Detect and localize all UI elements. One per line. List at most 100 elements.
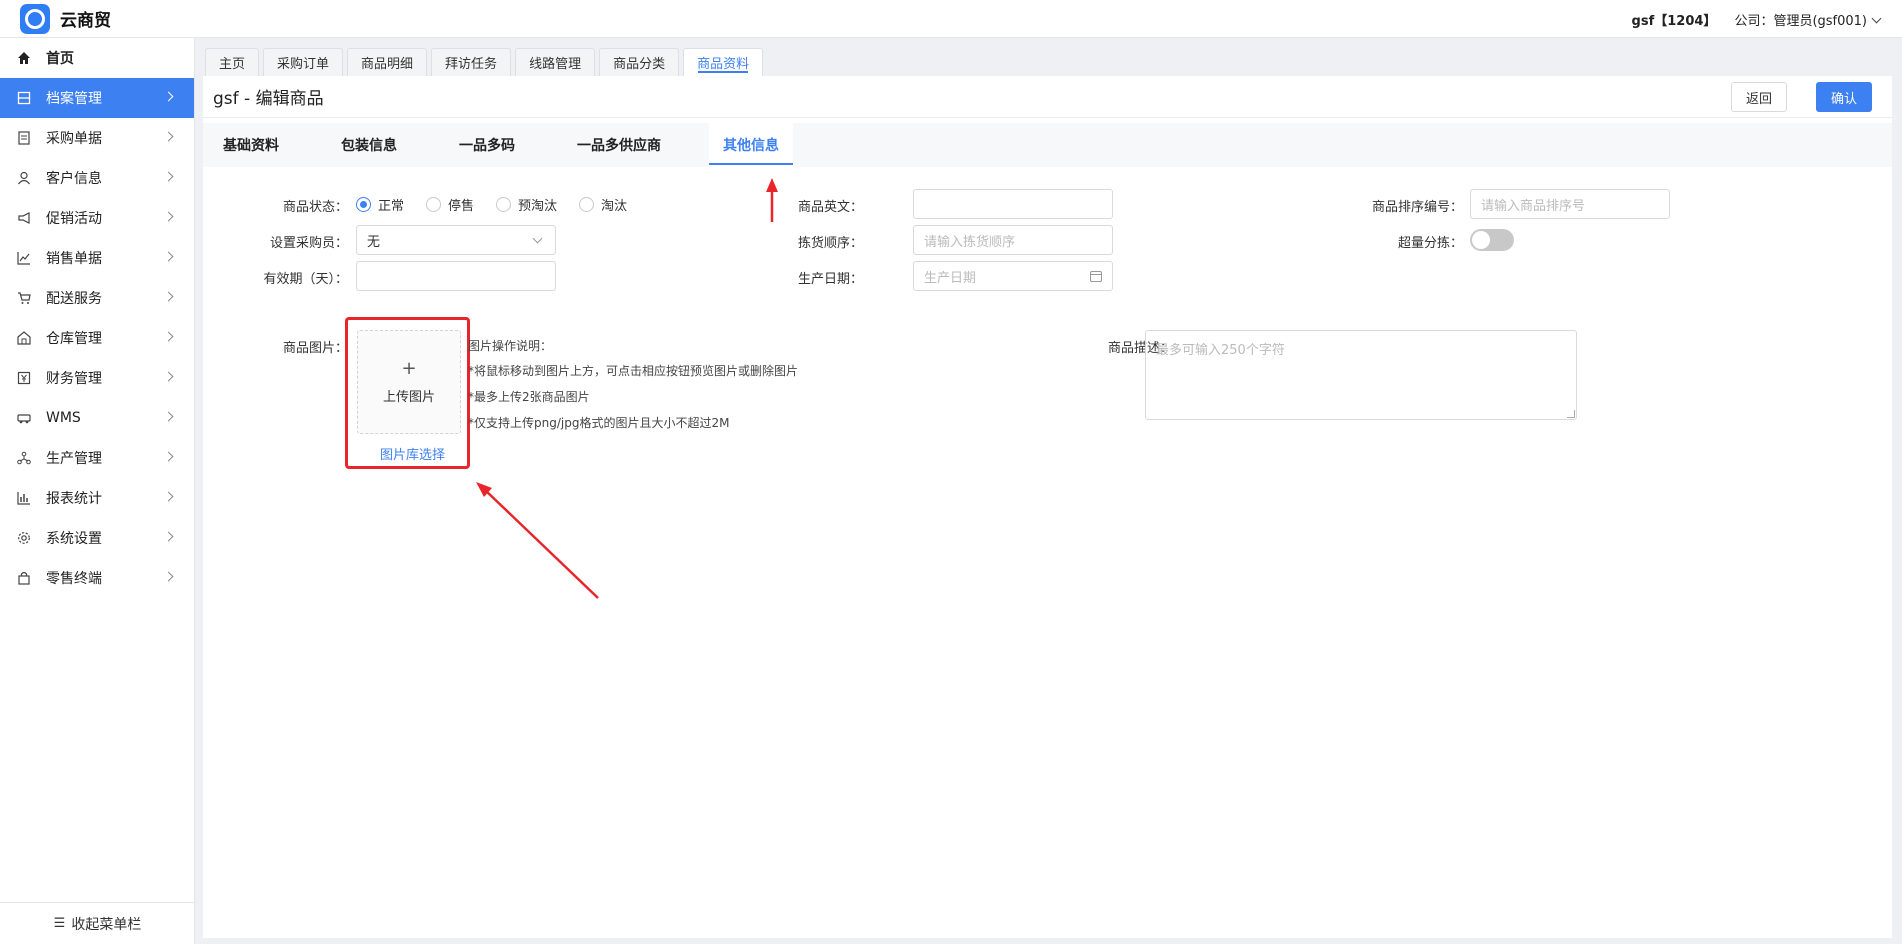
sidebar-item-reports[interactable]: 报表统计 [0,478,194,518]
bag-icon [16,570,32,586]
chevron-right-icon [163,331,174,342]
sidebar-item-home[interactable]: 首页 [0,38,194,78]
tab-purchase-order[interactable]: 采购订单 [263,48,344,76]
chevron-right-icon [163,91,174,102]
image-instruction-line: *将鼠标移动到图片上方，可点击相应按钮预览图片或删除图片 [468,364,799,378]
over-pick-toggle[interactable] [1470,229,1514,251]
collapse-menu-button[interactable]: ☰ 收起菜单栏 [0,902,195,944]
tab-product-category[interactable]: 商品分类 [599,48,680,76]
purchase-doc-icon [16,130,32,146]
sidebar-item-label: 首页 [46,51,74,67]
status-radio-normal[interactable]: 正常 [356,195,404,214]
image-label: 商品图片： [282,341,348,356]
image-instructions-title: 图片操作说明： [468,339,553,353]
tab-home[interactable]: 主页 [205,48,260,76]
archive-icon [16,90,32,106]
chevron-right-icon [163,371,174,382]
subtab-multi-supplier[interactable]: 一品多供应商 [577,123,661,167]
sidebar-item-label: 零售终端 [46,571,102,587]
tab-product-detail[interactable]: 商品明细 [347,48,428,76]
collapse-icon: ☰ [53,916,66,931]
sidebar-item-label: 系统设置 [46,531,102,547]
pick-order-label: 拣货顺序： [797,236,863,251]
status-radio-group: 正常 停售 预淘汰 淘汰 [356,195,649,214]
subtab-basic[interactable]: 基础资料 [223,123,279,167]
network-icon [16,450,32,466]
company-menu[interactable]: 公司：管理员(gsf001) [1734,10,1882,29]
chevron-right-icon [163,251,174,262]
page-header: gsf - 编辑商品 [203,76,1892,118]
image-instruction-line: *仅支持上传png/jpg格式的图片且大小不超过2M [468,416,730,430]
resize-handle-icon [1567,410,1575,418]
sidebar-item-production[interactable]: 生产管理 [0,438,194,478]
description-textarea[interactable]: 最多可输入250个字符 [1145,330,1577,420]
buyer-select[interactable]: 无 [356,225,556,255]
radio-label: 预淘汰 [518,199,558,214]
image-instruction-line: *最多上传2张商品图片 [468,390,590,404]
sidebar-item-wms[interactable]: WMS [0,398,194,438]
status-radio-phaseout[interactable]: 淘汰 [579,195,627,214]
radio-label: 停售 [448,199,475,214]
megaphone-icon [16,210,32,226]
english-name-label: 商品英文： [797,200,863,215]
chevron-right-icon [163,491,174,502]
sidebar-item-promotion[interactable]: 促销活动 [0,198,194,238]
user-info: gsf【1204】 [1631,13,1717,29]
bar-chart-icon [16,490,32,506]
warehouse-icon [16,330,32,346]
chevron-down-icon [1871,13,1882,23]
over-pick-label: 超量分拣： [1397,236,1463,251]
sidebar-item-purchase[interactable]: 采购单据 [0,118,194,158]
status-radio-stopped[interactable]: 停售 [426,195,474,214]
sidebar-item-label: 档案管理 [46,91,102,107]
sidebar-item-customer[interactable]: 客户信息 [0,158,194,198]
chevron-right-icon [163,291,174,302]
annotation-highlight-box [345,317,470,469]
chevron-right-icon [163,411,174,422]
sidebar-item-finance[interactable]: 财务管理 [0,358,194,398]
production-date-picker[interactable]: 生产日期 [913,261,1113,291]
subtab-other-info[interactable]: 其他信息 [709,123,793,167]
gear-icon [16,530,32,546]
back-button[interactable]: 返回 [1730,82,1787,112]
validity-input[interactable] [356,261,556,291]
truck-icon [16,410,32,426]
sort-number-input[interactable]: 请输入商品排序号 [1470,189,1670,219]
subtab-packaging[interactable]: 包装信息 [341,123,397,167]
company-label: 公司：管理员(gsf001) [1734,13,1867,29]
status-radio-pre-phaseout[interactable]: 预淘汰 [496,195,557,214]
user-icon [16,170,32,186]
main-panel: gsf - 编辑商品 返回 确认 基础资料 包装信息 一品多码 一品多供应商 其… [203,76,1892,938]
radio-label: 正常 [378,199,405,214]
sidebar-item-label: 促销活动 [46,211,102,227]
chevron-right-icon [163,131,174,142]
sidebar-item-delivery[interactable]: 配送服务 [0,278,194,318]
subtab-multi-code[interactable]: 一品多码 [459,123,515,167]
sidebar-item-sales[interactable]: 销售单据 [0,238,194,278]
sidebar-item-warehouse[interactable]: 仓库管理 [0,318,194,358]
sidebar-item-label: 配送服务 [46,291,102,307]
production-date-placeholder: 生产日期 [924,270,977,286]
sidebar-item-settings[interactable]: 系统设置 [0,518,194,558]
sidebar-item-label: 财务管理 [46,371,102,387]
app-title: 云商贸 [60,11,111,31]
tab-route-management[interactable]: 线路管理 [515,48,596,76]
sidebar-item-label: WMS [46,410,81,426]
confirm-button[interactable]: 确认 [1815,82,1872,112]
validity-label: 有效期（天）： [263,272,348,287]
chevron-right-icon [163,171,174,182]
pick-order-input[interactable]: 请输入拣货顺序 [913,225,1113,255]
description-placeholder: 最多可输入250个字符 [1156,343,1285,358]
tab-product-info[interactable]: 商品资料 [683,48,764,76]
radio-label: 淘汰 [601,199,628,214]
buyer-label: 设置采购员： [269,236,348,251]
sidebar-item-archive[interactable]: 档案管理 [0,78,194,118]
buyer-value: 无 [367,234,381,250]
calendar-icon [1090,271,1102,282]
english-name-input[interactable] [913,189,1113,219]
finance-icon [16,370,32,386]
sidebar-item-retail[interactable]: 零售终端 [0,558,194,598]
tab-visit-task[interactable]: 拜访任务 [431,48,512,76]
sidebar-item-label: 采购单据 [46,131,102,147]
sidebar: 首页 档案管理 采购单据 客户信息 促销活动 销售单据 配送服务 仓库管理 财务… [0,38,195,944]
